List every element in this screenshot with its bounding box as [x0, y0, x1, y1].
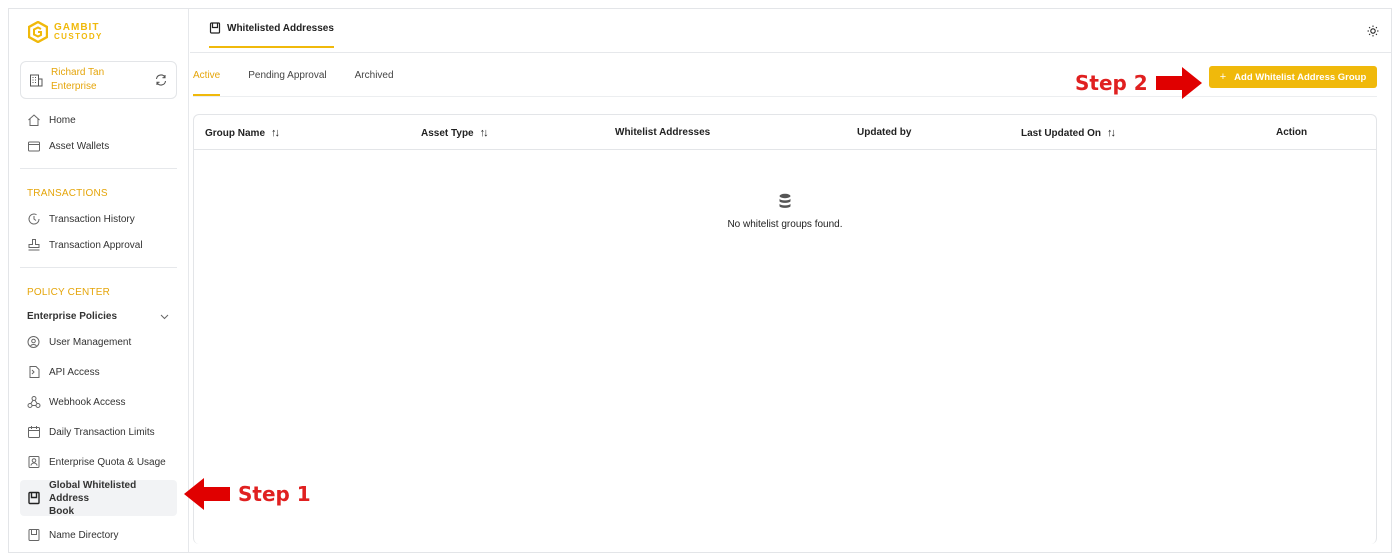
- sidebar-item-label: Name Directory: [49, 529, 119, 541]
- quota-icon: [28, 456, 40, 468]
- tab-whitelisted-addresses[interactable]: Whitelisted Addresses: [209, 22, 334, 48]
- calendar-icon: [28, 426, 40, 438]
- empty-message: No whitelist groups found.: [727, 219, 843, 230]
- user-gear-icon: [27, 336, 40, 348]
- address-book-icon: [28, 529, 40, 541]
- sidebar-item-name-directory[interactable]: Name Directory: [27, 528, 118, 542]
- api-icon: [29, 366, 40, 378]
- sidebar-item-label-line1: Global Whitelisted Address: [49, 479, 137, 504]
- sidebar-item-enterprise-quota[interactable]: Enterprise Quota & Usage: [27, 455, 166, 469]
- column-label: Group Name: [205, 127, 266, 139]
- sidebar-item-label: Transaction History: [49, 213, 135, 225]
- top-bar: Whitelisted Addresses: [190, 9, 1391, 53]
- home-icon: [28, 114, 40, 126]
- wallet-icon: [28, 141, 40, 152]
- sidebar-item-transaction-approval[interactable]: Transaction Approval: [27, 238, 143, 252]
- switch-account-icon[interactable]: [154, 73, 168, 87]
- sidebar-item-api-access[interactable]: API Access: [27, 365, 100, 379]
- column-label: Action: [1276, 127, 1308, 138]
- arrow-right-icon: [1155, 67, 1202, 99]
- address-book-icon: [28, 491, 40, 505]
- theme-toggle-icon[interactable]: [1367, 25, 1379, 37]
- step1-label: Step 1: [238, 482, 311, 506]
- sidebar-divider: [20, 267, 177, 268]
- sidebar: GAMBIT CUSTODY Richard Tan Enterprise Ho…: [9, 9, 189, 552]
- account-switcher[interactable]: Richard Tan Enterprise: [20, 61, 177, 99]
- add-button-label: Add Whitelist Address Group: [1234, 71, 1367, 83]
- sidebar-divider: [20, 168, 177, 169]
- brand-wordmark: GAMBIT CUSTODY: [54, 22, 103, 42]
- column-label: Asset Type: [421, 127, 474, 139]
- group-enterprise-policies[interactable]: Enterprise Policies: [27, 311, 169, 322]
- sidebar-item-user-management[interactable]: User Management: [27, 335, 131, 349]
- history-icon: [28, 213, 40, 225]
- sidebar-item-label: Webhook Access: [49, 396, 126, 408]
- brand-logo[interactable]: GAMBIT CUSTODY: [28, 21, 103, 43]
- sidebar-item-label: Home: [49, 114, 76, 126]
- page-title: Whitelisted Addresses: [227, 23, 334, 34]
- table-header: Group Name ↑↓ Asset Type ↑↓ Whitelist Ad…: [194, 115, 1376, 150]
- column-label: Updated by: [857, 127, 912, 138]
- column-whitelist-addresses: Whitelist Addresses: [615, 127, 710, 138]
- tab-pending-approval[interactable]: Pending Approval: [248, 68, 326, 96]
- column-label: Whitelist Addresses: [615, 127, 711, 138]
- building-icon: [30, 74, 43, 87]
- sidebar-item-transaction-history[interactable]: Transaction History: [27, 212, 135, 226]
- step2-label: Step 2: [1075, 71, 1148, 95]
- address-book-icon: [209, 22, 221, 34]
- database-icon: [779, 193, 791, 208]
- sort-icon[interactable]: ↑↓: [1107, 127, 1116, 139]
- column-group-name[interactable]: Group Name ↑↓: [205, 127, 280, 139]
- webhook-icon: [27, 396, 41, 408]
- sidebar-item-asset-wallets[interactable]: Asset Wallets: [27, 139, 109, 153]
- section-title-transactions: TRANSACTIONS: [27, 188, 108, 199]
- sidebar-item-label: Transaction Approval: [49, 239, 143, 251]
- column-last-updated-on[interactable]: Last Updated On ↑↓: [1021, 127, 1116, 139]
- plus-icon: +: [1219, 71, 1227, 83]
- column-action: Action: [1276, 127, 1307, 138]
- brand-sub: CUSTODY: [54, 32, 103, 41]
- column-label: Last Updated On: [1021, 127, 1102, 139]
- column-updated-by: Updated by: [857, 127, 911, 138]
- sidebar-item-daily-transaction-limits[interactable]: Daily Transaction Limits: [27, 425, 155, 439]
- sort-icon[interactable]: ↑↓: [480, 127, 489, 139]
- sidebar-item-home[interactable]: Home: [27, 113, 76, 127]
- sidebar-item-webhook-access[interactable]: Webhook Access: [27, 395, 126, 409]
- sidebar-item-label: Global Whitelisted Address Book: [49, 479, 177, 518]
- step1-annotation: Step 1: [182, 476, 311, 512]
- add-whitelist-address-group-button[interactable]: + Add Whitelist Address Group: [1209, 66, 1377, 88]
- step2-annotation: Step 2: [1075, 65, 1204, 101]
- status-tabs: Active Pending Approval Archived: [193, 68, 394, 96]
- brand-name: GAMBIT: [54, 22, 100, 33]
- section-title-policy-center: POLICY CENTER: [27, 287, 110, 298]
- sidebar-item-label: Daily Transaction Limits: [49, 426, 155, 438]
- sidebar-item-label: API Access: [49, 366, 100, 378]
- sidebar-item-label-line2: Book: [49, 505, 74, 517]
- gambit-logo-icon: [28, 21, 48, 43]
- arrow-left-icon: [184, 478, 230, 510]
- sort-icon[interactable]: ↑↓: [271, 127, 280, 139]
- whitelist-groups-table: Group Name ↑↓ Asset Type ↑↓ Whitelist Ad…: [193, 114, 1377, 544]
- account-org: Enterprise: [51, 81, 97, 92]
- account-name: Richard Tan: [51, 67, 105, 78]
- empty-state: No whitelist groups found.: [194, 193, 1376, 230]
- column-asset-type[interactable]: Asset Type ↑↓: [421, 127, 489, 139]
- stamp-icon: [28, 239, 40, 251]
- tab-active[interactable]: Active: [193, 68, 221, 96]
- sidebar-item-label: Asset Wallets: [49, 140, 110, 152]
- chevron-down-icon: [160, 314, 169, 319]
- sidebar-item-label: User Management: [49, 336, 132, 348]
- sidebar-item-global-whitelisted-address-book[interactable]: Global Whitelisted Address Book: [20, 479, 177, 518]
- tab-archived[interactable]: Archived: [355, 68, 394, 96]
- sidebar-item-label: Enterprise Quota & Usage: [49, 456, 166, 468]
- group-label: Enterprise Policies: [27, 311, 118, 322]
